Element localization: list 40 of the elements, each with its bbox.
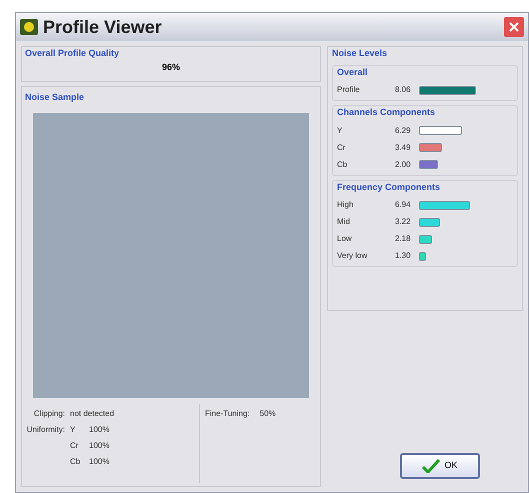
ok-button[interactable]: OK <box>400 453 480 479</box>
clipping-label: Clipping: <box>32 408 65 420</box>
level-value: 3.22 <box>395 216 412 228</box>
checkmark-icon <box>422 459 440 473</box>
channel-label: Cr <box>70 440 80 452</box>
group-title: Frequency Components <box>337 180 442 194</box>
level-label: Mid <box>337 216 351 228</box>
level-value: 1.30 <box>395 250 412 262</box>
panel-title: Noise Levels <box>332 47 388 60</box>
clipping-value: not detected <box>70 408 114 420</box>
channel-label: Cb <box>70 456 82 468</box>
panel-title: Overall Profile Quality <box>25 47 120 60</box>
uniformity-value: 100% <box>89 424 110 436</box>
uniformity-value: 100% <box>89 440 110 452</box>
fine-tuning-label: Fine-Tuning: <box>205 408 250 420</box>
panel-title: Noise Sample <box>25 91 86 104</box>
level-value: 2.18 <box>395 233 412 245</box>
level-label: Cb <box>337 158 348 170</box>
group-title: Overall <box>337 66 369 78</box>
level-label: Low <box>337 233 353 245</box>
level-label: Profile <box>337 84 361 96</box>
level-value: 3.49 <box>395 142 412 154</box>
channel-label: Y <box>70 424 76 436</box>
level-label: Y <box>337 124 344 136</box>
close-icon <box>509 22 519 32</box>
level-label: High <box>337 199 354 211</box>
group-title: Channels Components <box>337 106 436 119</box>
uniformity-value: 100% <box>89 456 110 468</box>
quality-value: 96% <box>160 60 181 74</box>
level-label: Cr <box>337 142 346 154</box>
close-button[interactable] <box>504 17 524 37</box>
level-value: 6.29 <box>395 124 412 136</box>
fine-tuning-value: 50% <box>260 408 276 420</box>
app-icon <box>20 19 38 35</box>
window-title: Profile Viewer <box>43 16 162 38</box>
uniformity-label: Uniformity: <box>26 424 65 434</box>
level-value: 6.94 <box>395 199 412 211</box>
level-value: 8.06 <box>395 84 412 96</box>
level-value: 2.00 <box>395 158 412 170</box>
level-label: Very low <box>337 250 368 262</box>
